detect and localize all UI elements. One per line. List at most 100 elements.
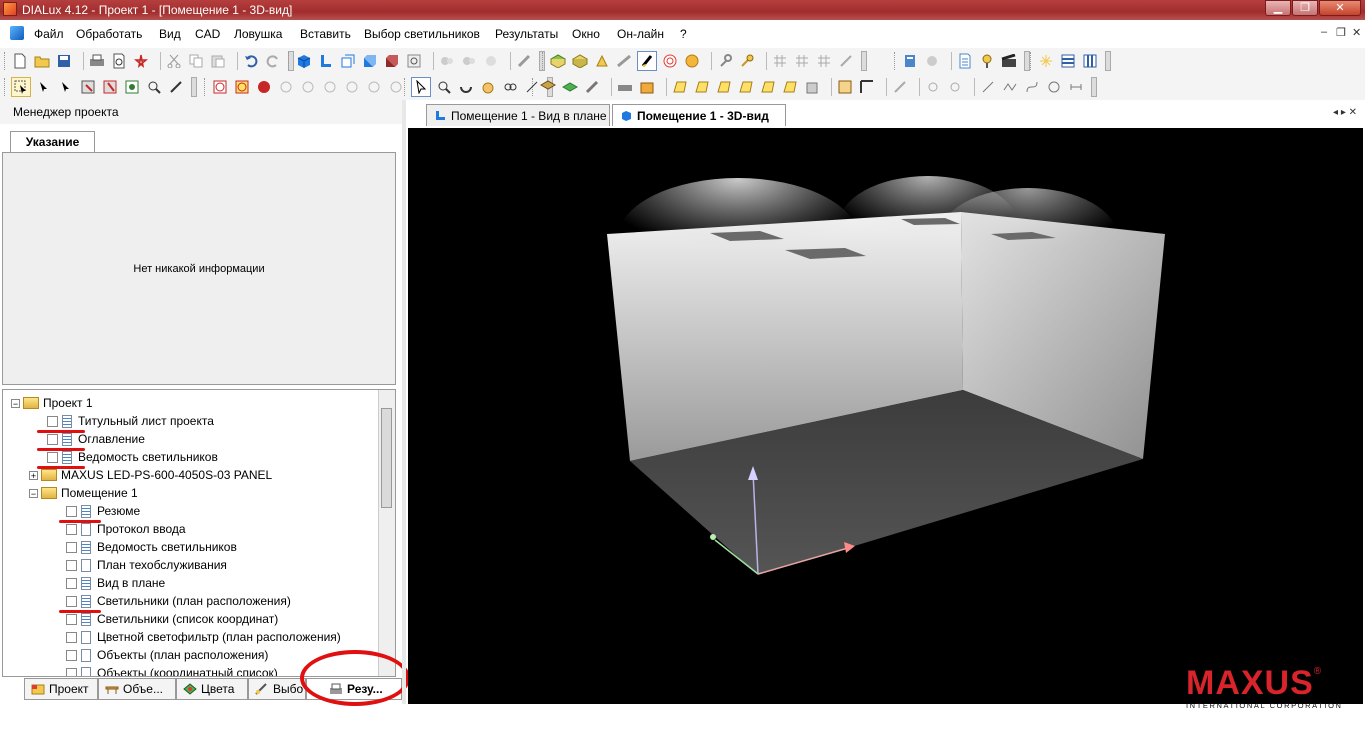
toolbar-grip[interactable] (1030, 52, 1034, 70)
tree-item-objects-layout[interactable]: Объекты (план расположения) (66, 646, 268, 664)
tree-item-summary[interactable]: Резюме (66, 502, 140, 520)
calculator-icon[interactable] (901, 52, 919, 70)
lamp-grey-icon[interactable] (923, 52, 941, 70)
snap-grey-c-icon[interactable] (343, 78, 361, 96)
zoom-icon[interactable] (435, 78, 453, 96)
menu-cad[interactable]: CAD (195, 27, 220, 41)
render-view-icon[interactable] (383, 52, 401, 70)
toolbar-grip[interactable] (4, 52, 8, 70)
3d-view-icon[interactable] (295, 52, 313, 70)
toolbar-overflow[interactable] (861, 51, 867, 71)
menu-online[interactable]: Он-лайн (617, 27, 664, 41)
collapse-toggle[interactable]: − (11, 398, 20, 408)
key-icon[interactable] (738, 52, 756, 70)
box-icon[interactable] (638, 78, 656, 96)
tab-colors[interactable]: Цвета (176, 678, 248, 700)
select-3-icon[interactable] (57, 78, 75, 96)
checkbox[interactable] (66, 523, 77, 535)
toolbar-grip[interactable] (542, 52, 546, 70)
building-icon[interactable] (803, 78, 821, 96)
close-button[interactable]: ✕ (1319, 0, 1361, 16)
minimize-button[interactable]: ▁ (1265, 0, 1291, 16)
tool-grey-1-icon[interactable] (891, 78, 909, 96)
frame-icon[interactable] (858, 78, 876, 96)
mdi-close-button[interactable]: ✕ (1352, 26, 1361, 39)
tree-node-room[interactable]: − Помещение 1 (29, 484, 138, 502)
report-icon[interactable] (956, 52, 974, 70)
snap-red-fill-icon[interactable] (255, 78, 273, 96)
grid-2-icon[interactable] (793, 52, 811, 70)
menu-edit[interactable]: Обработать (76, 27, 142, 41)
zoom-fit-icon[interactable] (405, 52, 423, 70)
menu-snap[interactable]: Ловушка (234, 27, 282, 41)
calculation-icon[interactable] (661, 52, 679, 70)
tab-objects[interactable]: Объе... (98, 678, 176, 700)
street-icon[interactable] (615, 52, 633, 70)
area-4-icon[interactable] (737, 78, 755, 96)
menu-window[interactable]: Окно (572, 27, 600, 41)
snap-grey-icon[interactable] (438, 52, 456, 70)
maximize-button[interactable]: ❐ (1292, 0, 1318, 16)
tree-scrollbar[interactable] (378, 390, 395, 676)
checkbox[interactable] (66, 667, 77, 676)
print-preview-icon[interactable] (110, 52, 128, 70)
checkbox[interactable] (47, 433, 58, 445)
snap-grey-d-icon[interactable] (365, 78, 383, 96)
texture-icon[interactable] (583, 78, 601, 96)
light-scene-icon[interactable] (637, 51, 657, 71)
toolbar-grip[interactable] (4, 78, 8, 96)
area-6-icon[interactable] (781, 78, 799, 96)
wrench-icon[interactable] (716, 52, 734, 70)
pin-icon[interactable] (978, 52, 996, 70)
toolbar-overflow[interactable] (1091, 77, 1097, 97)
mdi-minimize-button[interactable]: ‒ (1321, 26, 1327, 38)
tool-grey-2-icon[interactable] (924, 78, 942, 96)
select-green-icon[interactable] (123, 78, 141, 96)
document-icon[interactable] (10, 26, 24, 40)
pan-hand-icon[interactable] (479, 78, 497, 96)
checkbox[interactable] (66, 631, 77, 643)
select-rect-icon[interactable] (79, 78, 97, 96)
checkbox[interactable] (66, 577, 77, 589)
dimension-icon[interactable] (1067, 78, 1085, 96)
pdf-icon[interactable] (132, 52, 150, 70)
menu-file[interactable]: Файл (34, 27, 64, 41)
plant-icon[interactable] (561, 78, 579, 96)
tab-plan-view[interactable]: Помещение 1 - Вид в плане (426, 104, 610, 126)
grid-3-icon[interactable] (815, 52, 833, 70)
snap-dxf-icon[interactable] (277, 78, 295, 96)
paste-icon[interactable] (209, 52, 227, 70)
toolbar-grip[interactable] (288, 52, 292, 70)
scrollbar-thumb[interactable] (381, 408, 392, 508)
room-insert-icon[interactable] (549, 52, 567, 70)
snap-grey-2-icon[interactable] (460, 52, 478, 70)
pointer-icon[interactable] (411, 77, 431, 97)
select-red-icon[interactable] (101, 78, 119, 96)
area-3-icon[interactable] (715, 78, 733, 96)
circle-icon[interactable] (1045, 78, 1063, 96)
checkbox[interactable] (66, 559, 77, 571)
toolbar-grip[interactable] (532, 78, 536, 96)
image-icon[interactable] (836, 78, 854, 96)
tab-3d-view[interactable]: Помещение 1 - 3D-вид (612, 104, 786, 126)
menu-insert[interactable]: Вставить (300, 27, 351, 41)
sparkle-icon[interactable] (1037, 52, 1055, 70)
measure-icon[interactable] (515, 52, 533, 70)
new-file-icon[interactable] (11, 52, 29, 70)
tab-hint[interactable]: Указание (10, 131, 95, 153)
checkbox[interactable] (47, 415, 58, 427)
toolbar-grip[interactable] (404, 78, 408, 96)
clapper-icon[interactable] (1000, 52, 1018, 70)
redo-icon[interactable] (264, 52, 282, 70)
snap-grey-3-icon[interactable] (482, 52, 500, 70)
snap-grey-e-icon[interactable] (387, 78, 405, 96)
toolbar-overflow[interactable] (1105, 51, 1111, 71)
checkbox[interactable] (66, 595, 77, 607)
checkbox[interactable] (47, 451, 58, 463)
furniture-icon[interactable] (539, 78, 557, 96)
toolbar-overflow[interactable] (191, 77, 197, 97)
polyline-icon[interactable] (1001, 78, 1019, 96)
3d-viewport[interactable] (408, 128, 1363, 704)
checkbox[interactable] (66, 649, 77, 661)
globe-icon[interactable] (683, 52, 701, 70)
